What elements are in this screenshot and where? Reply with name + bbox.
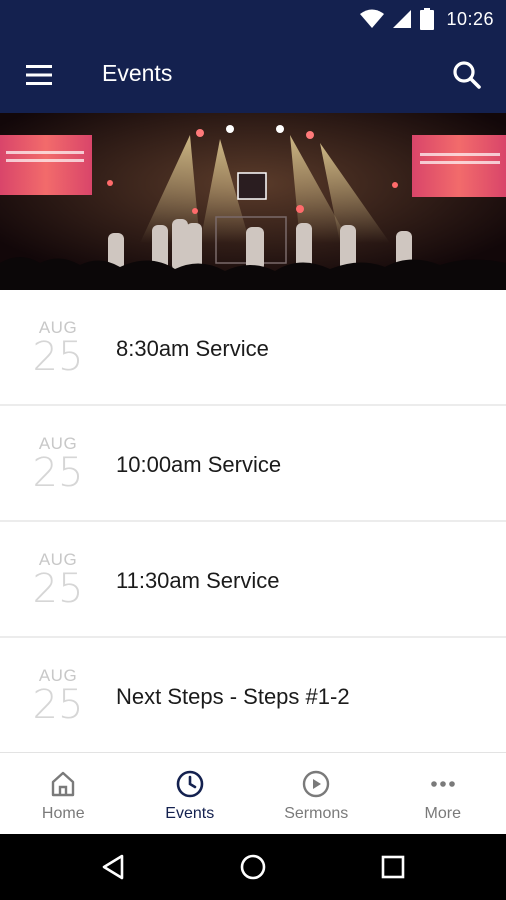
event-day: 25 xyxy=(32,450,84,496)
wifi-icon xyxy=(360,9,385,28)
status-time: 10:26 xyxy=(446,8,494,29)
signal-icon xyxy=(393,10,412,28)
bottom-nav: Home Events Sermons More xyxy=(0,752,506,835)
event-title: 8:30am Service xyxy=(116,336,269,361)
event-title: 10:00am Service xyxy=(116,452,282,477)
event-list: AUG 25 8:30am Service AUG 25 10:00am Ser… xyxy=(0,290,506,752)
page-title: Events xyxy=(102,60,173,86)
back-icon[interactable] xyxy=(98,852,128,882)
status-bar: 10:26 xyxy=(0,0,506,38)
nav-item-sermons[interactable]: Sermons xyxy=(253,753,380,835)
clock-icon xyxy=(176,770,204,798)
event-title: 11:30am Service xyxy=(116,568,280,593)
event-day: 25 xyxy=(32,334,84,380)
nav-label-events: Events xyxy=(165,805,215,822)
nav-label-home: Home xyxy=(41,805,85,822)
play-circle-icon xyxy=(303,770,330,798)
event-list-item[interactable]: AUG 25 10:00am Service xyxy=(0,406,506,522)
battery-icon xyxy=(420,8,435,30)
more-dots-icon xyxy=(430,781,455,787)
nav-item-home[interactable]: Home xyxy=(0,753,127,835)
app-bar: Events xyxy=(0,38,506,113)
nav-label-sermons: Sermons xyxy=(284,805,349,822)
event-day: 25 xyxy=(32,682,84,728)
status-icons: 10:26 xyxy=(360,0,494,38)
event-list-item[interactable]: AUG 25 Next Steps - Steps #1-2 xyxy=(0,638,506,752)
search-icon[interactable] xyxy=(450,58,484,92)
menu-icon[interactable] xyxy=(24,62,54,88)
recents-icon[interactable] xyxy=(378,852,408,882)
stage-photo xyxy=(0,113,506,290)
system-nav-bar xyxy=(0,834,506,900)
nav-item-more[interactable]: More xyxy=(380,753,506,835)
home-circle-icon[interactable] xyxy=(238,852,268,882)
nav-label-more: More xyxy=(424,805,461,822)
event-day: 25 xyxy=(32,566,84,612)
nav-item-events[interactable]: Events xyxy=(127,753,254,835)
event-title: Next Steps - Steps #1-2 xyxy=(116,684,350,709)
event-list-item[interactable]: AUG 25 8:30am Service xyxy=(0,290,506,406)
event-list-item[interactable]: AUG 25 11:30am Service xyxy=(0,522,506,638)
home-icon xyxy=(52,771,75,797)
hero-image xyxy=(0,113,506,290)
